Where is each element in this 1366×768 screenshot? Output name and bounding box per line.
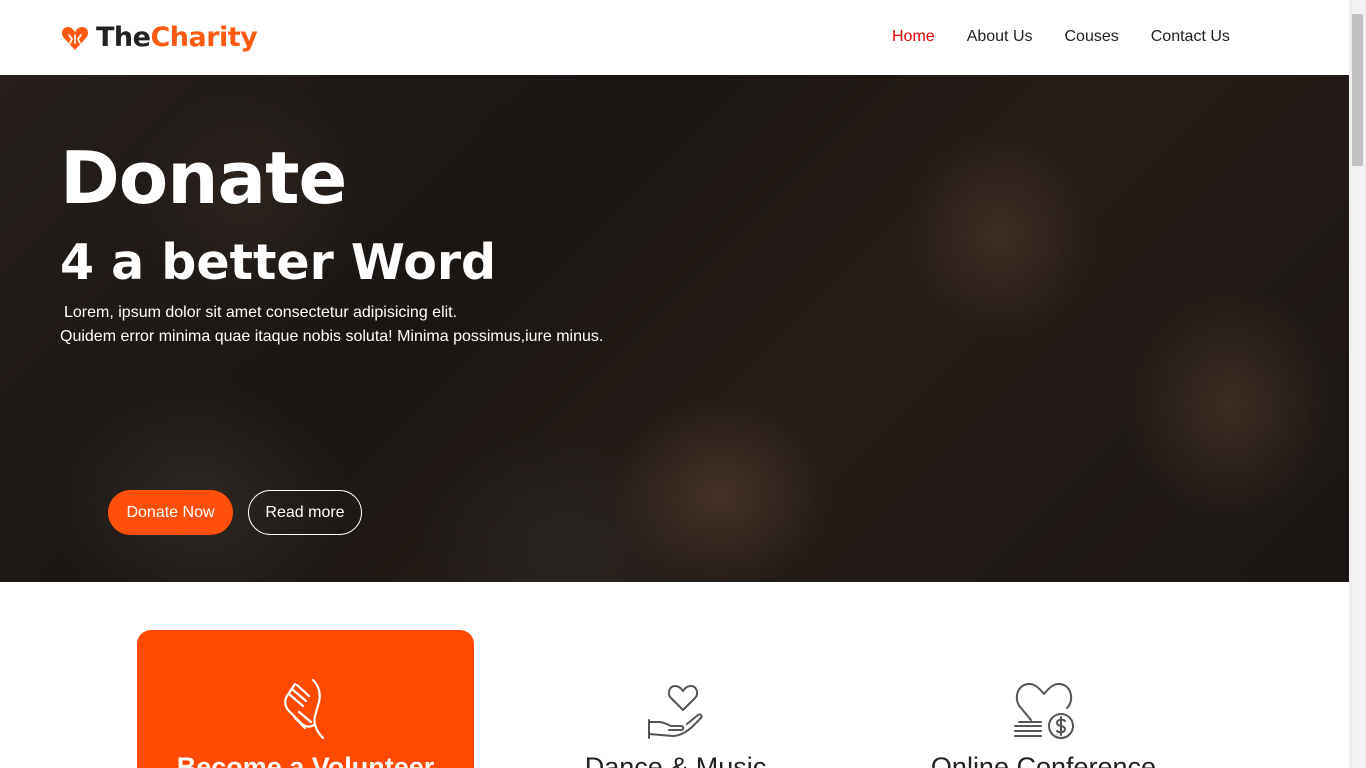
nav-home[interactable]: Home <box>892 27 935 47</box>
helping-hands-icon <box>283 678 324 740</box>
donate-now-button[interactable]: Donate Now <box>108 490 233 535</box>
logo-text: TheCharity <box>96 22 258 53</box>
nav-about-us[interactable]: About Us <box>967 27 1033 47</box>
hero-subtitle: 4 a better Word <box>60 234 497 291</box>
service-title: Online Conference <box>930 752 1157 768</box>
page-scrollbar[interactable] <box>1349 0 1366 768</box>
heart-donation-icon <box>1013 683 1074 739</box>
hero-banner: Donate 4 a better Word Lorem, ipsum dolo… <box>0 75 1349 582</box>
scrollbar-thumb[interactable] <box>1352 14 1363 166</box>
service-title: Become a Volunteer <box>176 752 435 768</box>
main-nav: Home About Us Couses Contact Us <box>892 27 1262 47</box>
nav-couses[interactable]: Couses <box>1065 27 1119 47</box>
hero-description-line-1: Lorem, ipsum dolor sit amet consectetur … <box>64 304 458 321</box>
service-card-online-conference[interactable]: Online Conference <box>875 630 1212 768</box>
service-card-dance-music[interactable]: Dance & Music <box>507 630 844 768</box>
hero-description-line-2: Quidem error minima quae itaque nobis so… <box>60 328 604 345</box>
site-logo[interactable]: TheCharity <box>60 22 258 53</box>
site-header: TheCharity Home About Us Couses Contact … <box>0 0 1349 75</box>
hero-title: Donate <box>60 136 347 220</box>
heart-in-hand-icon <box>647 685 703 739</box>
service-card-volunteer[interactable]: Become a Volunteer <box>137 630 474 768</box>
heart-hands-icon <box>61 26 89 50</box>
read-more-button[interactable]: Read more <box>248 490 362 535</box>
hero-description: Lorem, ipsum dolor sit amet consectetur … <box>60 301 603 349</box>
nav-contact-us[interactable]: Contact Us <box>1151 27 1230 47</box>
service-title: Dance & Music <box>584 752 767 768</box>
